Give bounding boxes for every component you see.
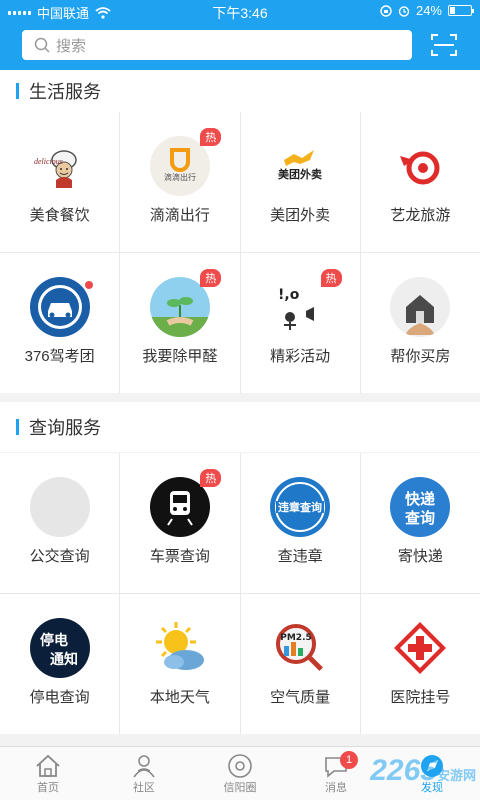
section-title-query: 查询服务 [0, 402, 480, 452]
grid-item-violation[interactable]: 违章查询 查违章 [240, 453, 360, 593]
express-icon: 快递 查询 [390, 477, 451, 537]
house-icon [390, 277, 451, 337]
site-watermark: 2265安游网 [370, 754, 476, 788]
meituan-icon-text: 美团外卖 [278, 167, 322, 181]
grid-item-label: 美食餐饮 [29, 207, 90, 224]
grid-item-label: 精彩活动 [270, 348, 331, 365]
section-title-life: 生活服务 [0, 70, 480, 112]
circle-icon [228, 754, 252, 778]
didi-icon-text: 滴滴出行 [164, 172, 196, 182]
food-icon: delicious [30, 136, 90, 196]
message-badge: 1 [340, 751, 358, 769]
grid-item-label: 公交查询 [29, 548, 90, 565]
status-bar: 中国联通 下午3:46 24% [0, 0, 480, 22]
meituan-icon: 美团外卖 [270, 136, 330, 196]
air-icon: PM2.5 [270, 618, 330, 678]
grid-item-weather[interactable]: 本地天气 [120, 594, 240, 734]
grid-item-label: 停电查询 [29, 689, 90, 706]
power-icon: 停电通知 [29, 618, 90, 678]
grid-item-didi[interactable]: 滴滴出行 热 滴滴出行 [120, 112, 240, 252]
hot-badge: 热 [200, 469, 222, 487]
grid-item-label: 376驾考团 [24, 348, 95, 365]
grid-item-bus[interactable]: 公交查询 [0, 453, 120, 593]
watermark-suffix: 安游网 [436, 768, 476, 783]
grid-item-label: 艺龙旅游 [390, 207, 451, 224]
power-icon-text-1: 停电 [40, 632, 68, 649]
grid-item-formaldehyde[interactable]: 热 我要除甲醛 [120, 253, 240, 393]
app-header: 中国联通 下午3:46 24% 搜索 [0, 0, 480, 70]
tab-community[interactable]: 社区 [96, 747, 192, 800]
bus-icon [29, 477, 90, 537]
power-icon-text-2: 通知 [50, 651, 78, 668]
hot-badge: 热 [200, 128, 222, 146]
grid-item-elong[interactable]: 艺龙旅游 [360, 112, 480, 252]
section-title-text: 查询服务 [29, 418, 101, 438]
grid-item-label: 本地天气 [149, 689, 210, 706]
air-icon-text: PM2.5 [280, 633, 312, 643]
grid-item-label: 美团外卖 [270, 207, 331, 224]
grid-item-label: 我要除甲醛 [142, 348, 218, 365]
watermark-number: 2265 [370, 754, 437, 787]
svg-text:delicious: delicious [34, 157, 63, 166]
life-services-grid: delicious 美食餐饮 滴滴出行 热 滴滴出行 美团外卖 美团外卖 艺龙旅… [0, 112, 480, 393]
tab-label: 信阳圈 [223, 782, 257, 794]
community-icon [133, 755, 155, 778]
grid-item-label: 医院挂号 [390, 689, 451, 706]
hot-badge: 热 [200, 269, 222, 287]
search-icon [34, 37, 50, 53]
grid-item-food[interactable]: delicious 美食餐饮 [0, 112, 120, 252]
grid-item-label: 车票查询 [149, 548, 210, 565]
car-icon [29, 277, 90, 337]
violation-icon-text: 违章查询 [278, 500, 322, 514]
battery-percent: 24% [415, 3, 442, 18]
alarm-icon [398, 5, 410, 17]
home-icon [36, 754, 60, 777]
section-accent-bar [16, 419, 19, 435]
search-placeholder: 搜索 [56, 37, 87, 55]
tab-label: 首页 [37, 782, 59, 794]
tab-label: 消息 [325, 782, 347, 794]
grid-item-hospital[interactable]: 医院挂号 [360, 594, 480, 734]
tab-home[interactable]: 首页 [0, 747, 96, 800]
search-input[interactable]: 搜索 [22, 30, 412, 60]
hot-badge: 热 [320, 269, 342, 287]
grid-item-driving[interactable]: 376驾考团 [0, 253, 120, 393]
express-icon-text-2: 查询 [405, 509, 435, 527]
grid-item-express[interactable]: 快递 查询 寄快递 [360, 453, 480, 593]
battery-icon [448, 5, 474, 16]
grid-item-label: 寄快递 [397, 548, 443, 565]
express-icon-text-1: 快递 [405, 490, 435, 508]
weather-icon [150, 618, 210, 678]
grid-item-air[interactable]: PM2.5 空气质量 [240, 594, 360, 734]
section-title-text: 生活服务 [29, 82, 101, 102]
grid-item-label: 滴滴出行 [149, 207, 210, 224]
elong-icon [390, 136, 450, 196]
section-accent-bar [16, 83, 19, 99]
hospital-icon [390, 618, 450, 678]
grid-item-ticket[interactable]: 热 车票查询 [120, 453, 240, 593]
grid-item-meituan[interactable]: 美团外卖 美团外卖 [240, 112, 360, 252]
tab-label: 社区 [133, 782, 155, 794]
grid-item-label: 帮你买房 [390, 348, 451, 365]
notification-dot [85, 281, 93, 289]
violation-icon: 违章查询 [270, 477, 331, 537]
grid-item-activity[interactable]: !,o 热 精彩活动 [240, 253, 360, 393]
scan-icon[interactable] [430, 32, 458, 58]
svg-text:!,o: !,o [278, 287, 300, 303]
query-services-grid: 公交查询 热 车票查询 违章查询 查违章 快递 查询 寄快递 停电 通知 停电查询 … [0, 453, 480, 734]
grid-item-power[interactable]: 停电通知 停电查询 [0, 594, 120, 734]
grid-item-label: 空气质量 [270, 689, 331, 706]
tab-xinyang-circle[interactable]: 信阳圈 [192, 747, 288, 800]
rotation-lock-icon [380, 4, 392, 17]
grid-item-house[interactable]: 帮你买房 [360, 253, 480, 393]
grid-item-label: 查违章 [277, 548, 323, 565]
